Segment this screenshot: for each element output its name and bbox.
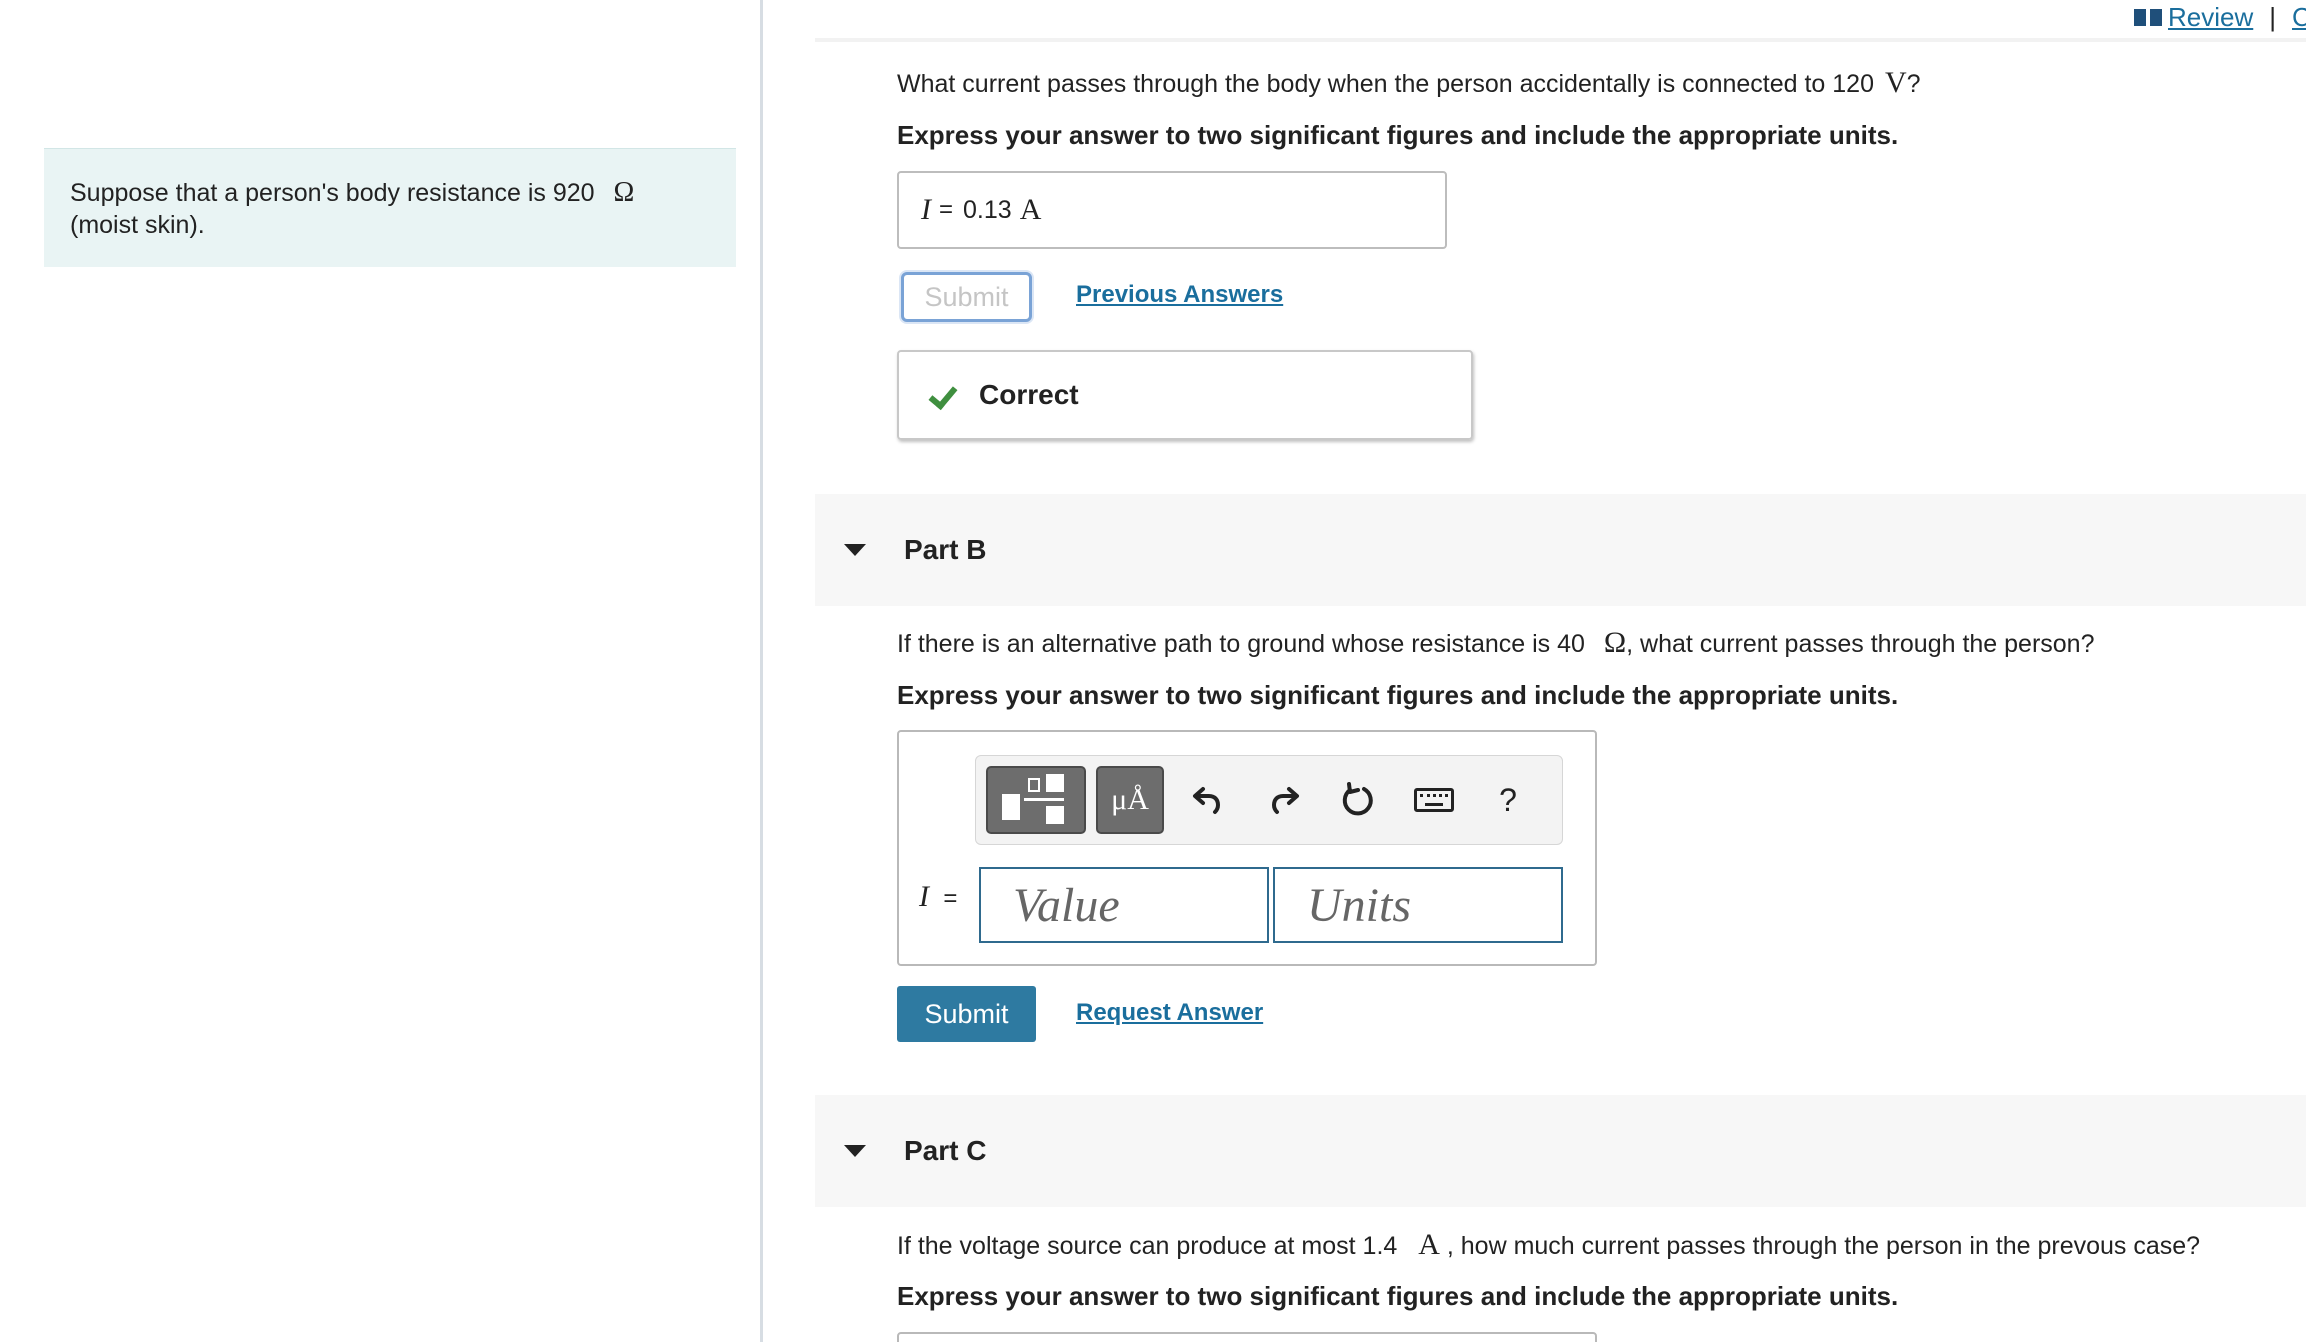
part-a-answer-eq: = xyxy=(939,196,954,223)
part-c-title: Part C xyxy=(904,1135,987,1166)
answer-editor: μÅ ? I = Value Units xyxy=(897,730,1597,966)
intro-text-line2: (moist skin). xyxy=(70,211,205,239)
review-label: Review xyxy=(2168,2,2254,32)
redo-icon xyxy=(1271,787,1299,814)
part-b-answer-var: I xyxy=(919,880,929,913)
part-b-question: If there is an alternative path to groun… xyxy=(897,626,2095,660)
review-link[interactable]: Review | C xyxy=(2134,2,2306,33)
keyboard-button[interactable] xyxy=(1406,766,1462,834)
check-icon xyxy=(925,380,955,410)
part-b-instruction: Express your answer to two significant f… xyxy=(897,680,1899,710)
units-button[interactable]: μÅ xyxy=(1096,766,1164,834)
templates-icon-top xyxy=(1046,774,1064,792)
undo-icon xyxy=(1193,787,1221,814)
units-input[interactable]: Units xyxy=(1273,867,1563,943)
reset-icon xyxy=(1342,782,1373,816)
feedback-label: Correct xyxy=(979,379,1079,410)
value-input[interactable]: Value xyxy=(979,867,1269,943)
part-a-question-end: ? xyxy=(1906,70,1921,98)
section-divider xyxy=(815,38,2306,42)
problem-intro: Suppose that a person's body resistance … xyxy=(44,148,736,267)
templates-icon-bottom xyxy=(1046,806,1064,824)
intro-text: Suppose that a person's body resistance … xyxy=(70,179,595,207)
reset-button[interactable] xyxy=(1330,766,1386,834)
part-a-question-text: What current passes through the body whe… xyxy=(897,70,1874,98)
part-c-question-end: , how much current passes through the pe… xyxy=(1446,1232,2201,1260)
caret-down-icon xyxy=(844,544,866,556)
part-a-feedback: Correct xyxy=(897,350,1473,440)
intro-unit: Ω xyxy=(613,177,635,208)
editor-toolbar: μÅ ? xyxy=(975,755,1563,845)
part-b-answer-eq: = xyxy=(943,885,958,912)
answer-var-label: I = xyxy=(919,880,957,914)
part-a-instruction: Express your answer to two significant f… xyxy=(897,120,1899,150)
redo-button[interactable] xyxy=(1256,766,1312,834)
keyboard-icon xyxy=(1414,788,1454,812)
part-b-question-end: , what current passes through the person… xyxy=(1626,630,2095,658)
caret-down-icon xyxy=(844,1145,866,1157)
previous-answers-link[interactable]: Previous Answers xyxy=(1076,281,1283,309)
next-link-label[interactable]: C xyxy=(2292,2,2306,33)
problem-panel: Suppose that a person's body resistance … xyxy=(0,0,763,1342)
part-b-question-text: If there is an alternative path to groun… xyxy=(897,630,1585,658)
part-b-title: Part B xyxy=(904,534,987,565)
undo-button[interactable] xyxy=(1180,766,1236,834)
part-c-instruction: Express your answer to two significant f… xyxy=(897,1281,1899,1311)
templates-icon xyxy=(1002,794,1020,820)
part-a-question-unit: V xyxy=(1884,66,1907,99)
templates-icon-box xyxy=(1028,778,1040,792)
part-c-header[interactable]: Part C xyxy=(815,1095,2306,1207)
part-b-submit-button[interactable]: Submit xyxy=(897,986,1036,1042)
part-a-answer-value: 0.13 xyxy=(963,195,1012,224)
part-a-answer-unit: A xyxy=(1019,193,1042,226)
part-c-answer-editor xyxy=(897,1332,1597,1342)
part-a-answer-var: I xyxy=(921,193,931,226)
part-b-question-unit: Ω xyxy=(1603,626,1627,659)
templates-icon-bar xyxy=(1024,798,1064,801)
part-b-header[interactable]: Part B xyxy=(815,494,2306,606)
templates-button[interactable] xyxy=(986,766,1086,834)
help-button[interactable]: ? xyxy=(1480,766,1536,834)
part-a-question: What current passes through the body whe… xyxy=(897,66,1921,100)
part-a-answer-display: I = 0.13 A xyxy=(897,171,1447,249)
part-c-question: If the voltage source can produce at mos… xyxy=(897,1228,2200,1262)
header-separator: | xyxy=(2269,2,2277,32)
request-answer-link[interactable]: Request Answer xyxy=(1076,999,1263,1027)
part-a-submit-button[interactable]: Submit xyxy=(901,272,1032,322)
book-icon xyxy=(2134,8,2162,28)
part-c-question-unit: A xyxy=(1418,1228,1440,1261)
part-c-question-text: If the voltage source can produce at mos… xyxy=(897,1232,1398,1260)
